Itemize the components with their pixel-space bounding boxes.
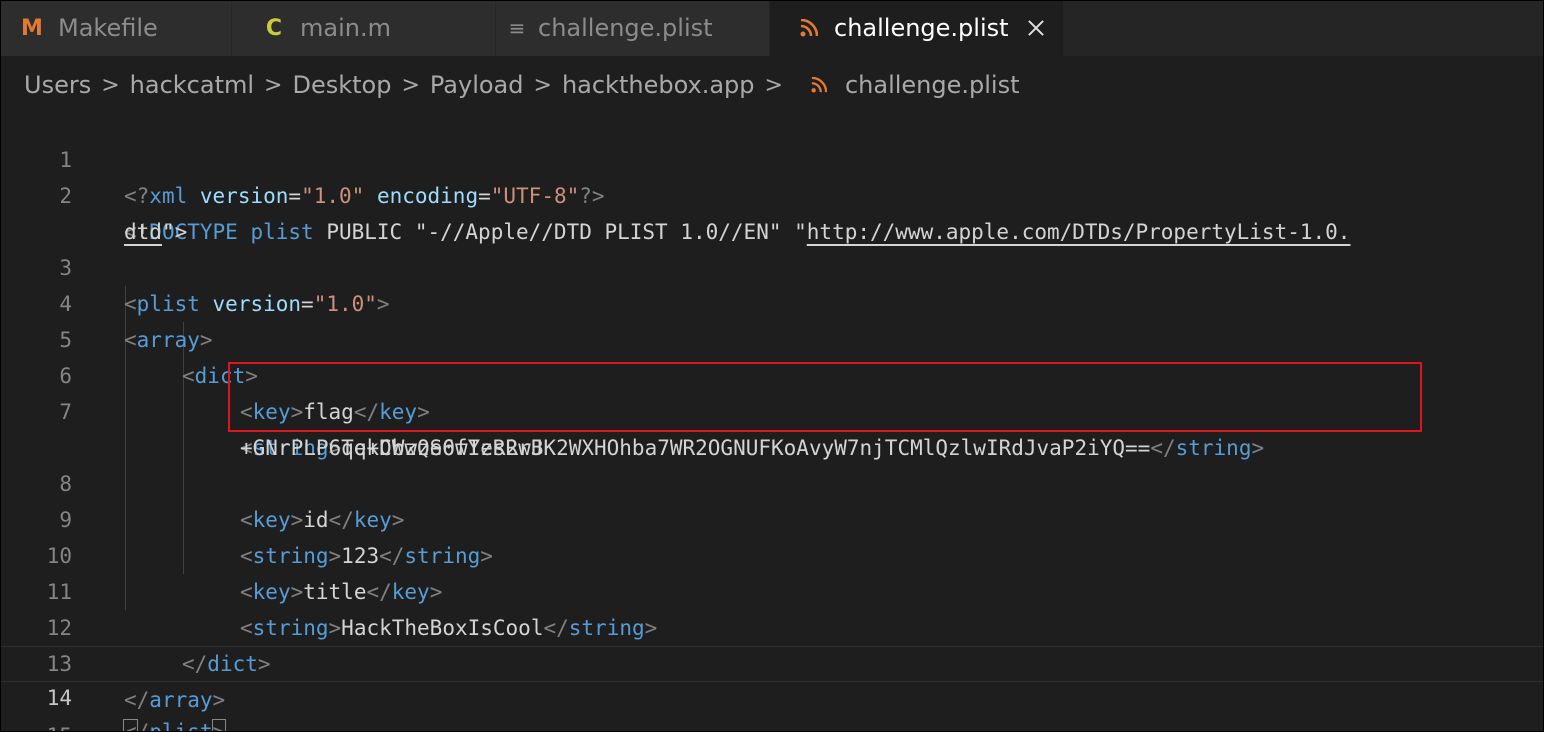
tab-bar: M Makefile C main.m ≡ challenge.plist ch… [0, 0, 1544, 56]
breadcrumb-item-file[interactable]: challenge.plist [845, 71, 1020, 99]
code-line: 8 <key>id</key> [0, 430, 1544, 532]
code-editor[interactable]: 1 <?xml version="1.0" encoding="UTF-8"?>… [0, 106, 1544, 732]
editor-window: M Makefile C main.m ≡ challenge.plist ch… [0, 0, 1544, 732]
breadcrumb-item-users[interactable]: Users [24, 71, 91, 99]
tab-challenge-plist-active[interactable]: challenge.plist [770, 0, 1064, 56]
code-line: 3 <plist version="1.0"> [0, 214, 1544, 316]
breadcrumb-item-app[interactable]: hackthebox.app [562, 71, 755, 99]
breadcrumb-item-desktop[interactable]: Desktop [292, 71, 391, 99]
code-line: 13 </array> [0, 610, 1544, 712]
code-line: 1 <?xml version="1.0" encoding="UTF-8"?> [0, 106, 1544, 208]
line-number: 15 [0, 718, 72, 732]
chevron-right-icon: > [533, 72, 552, 98]
code-line: 2 <!DOCTYPE plist PUBLIC "-//Apple//DTD … [0, 142, 1544, 244]
code-line: 15 [0, 682, 1544, 732]
rss-icon [811, 77, 827, 93]
rss-icon [800, 19, 818, 37]
chevron-right-icon: > [101, 72, 120, 98]
breadcrumb: Users > hackcatml > Desktop > Payload > … [24, 67, 1020, 103]
code-line: 11 <string>HackTheBoxIsCool</string> [0, 538, 1544, 640]
code-line: 10 <key>title</key> [0, 502, 1544, 604]
text-file-icon: ≡ [508, 16, 526, 40]
tab-main-m[interactable]: C main.m [232, 0, 496, 56]
chevron-right-icon: > [764, 72, 783, 98]
tab-label: challenge.plist [834, 14, 1009, 42]
makefile-icon: M [21, 15, 43, 41]
close-icon[interactable] [1025, 17, 1047, 39]
code-line: 9 <string>123</string> [0, 466, 1544, 568]
chevron-right-icon: > [401, 72, 420, 98]
c-language-icon: C [265, 15, 283, 41]
code-line: 5 <dict> [0, 286, 1544, 388]
flag-highlight-box [228, 362, 1422, 432]
code-line: 6 <key>flag</key> [0, 322, 1544, 424]
code-line: 4 <array> [0, 250, 1544, 352]
token: plist [149, 720, 213, 732]
bracket-match: > [211, 719, 227, 732]
tab-label: Makefile [58, 14, 158, 42]
code-line-wrap: dtd"> [0, 178, 1544, 244]
breadcrumb-item-hackcatml[interactable]: hackcatml [130, 71, 254, 99]
breadcrumb-item-payload[interactable]: Payload [430, 71, 524, 99]
tab-challenge-plist-preview[interactable]: ≡ challenge.plist [496, 0, 770, 56]
bracket-match: < [123, 719, 138, 732]
tab-label: challenge.plist [538, 14, 713, 42]
tab-makefile[interactable]: M Makefile [0, 0, 232, 56]
code-line: 12 </dict> [0, 574, 1544, 676]
chevron-right-icon: > [264, 72, 283, 98]
current-code-line: 14 </plist> [0, 646, 1544, 732]
tab-label: main.m [300, 14, 391, 42]
